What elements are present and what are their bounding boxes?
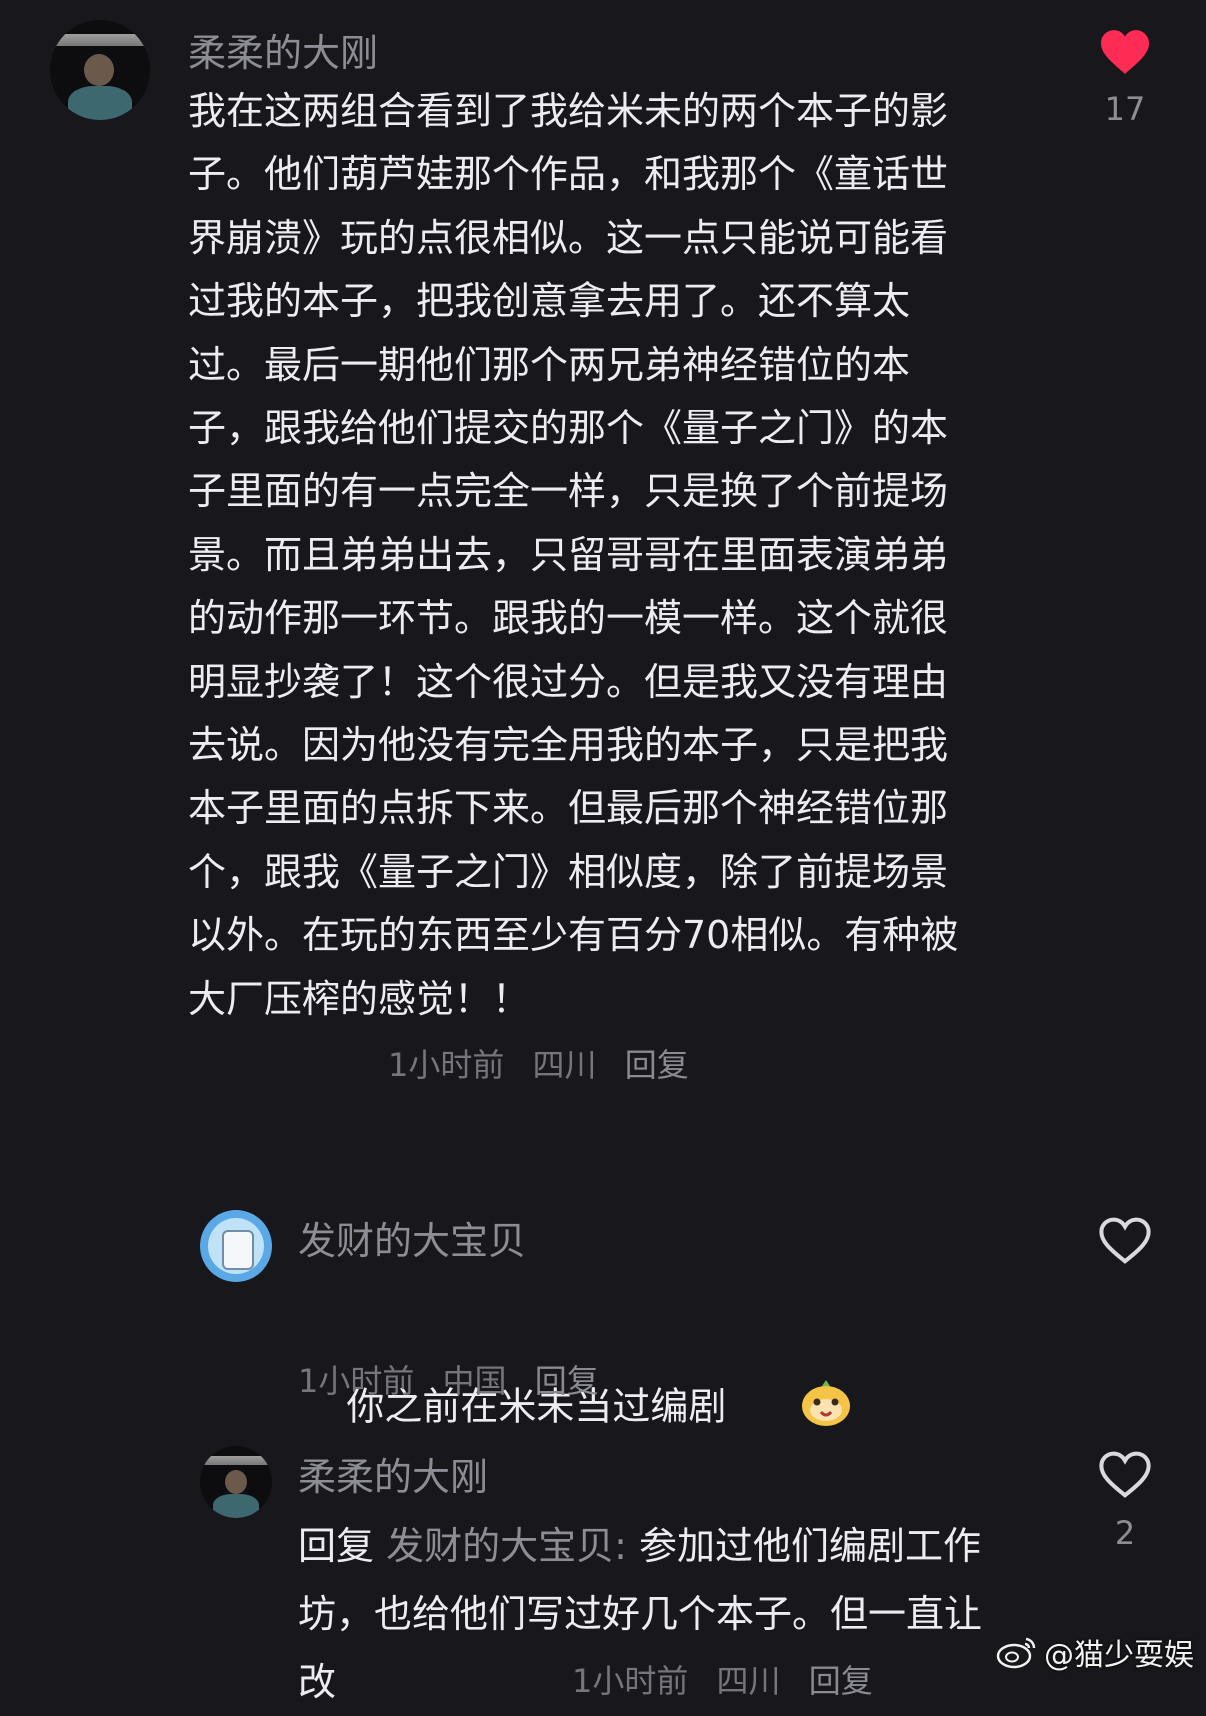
reply-prefix: 回复 — [298, 1524, 375, 1568]
comment-username[interactable]: 柔柔的大刚 — [298, 1446, 488, 1501]
like-count: 17 — [1104, 90, 1146, 128]
reply-button[interactable]: 回复 — [809, 1662, 873, 1700]
comment-username[interactable]: 发财的大宝贝 — [298, 1210, 526, 1265]
heart-outline-icon — [1099, 1451, 1151, 1498]
comment-time: 1小时前 — [388, 1046, 505, 1084]
reply-button[interactable]: 回复 — [625, 1046, 689, 1084]
like-button[interactable]: 17 — [1095, 28, 1155, 128]
comment-1: 柔柔的大刚 我在这两组合看到了我给米未的两个本子的影子。他们葫芦娃那个作品，和我… — [0, 0, 1206, 1100]
comment-text: 我在这两组合看到了我给米未的两个本子的影子。他们葫芦娃那个作品，和我那个《童话世… — [188, 89, 959, 1021]
comment-time: 1小时前 — [572, 1662, 689, 1700]
avatar-logo-mark — [200, 1456, 272, 1465]
weibo-logo-icon — [996, 1637, 1036, 1669]
avatar[interactable] — [200, 1446, 272, 1518]
comment-meta-row: 1小时前 中国 回复 — [298, 1356, 617, 1402]
watermark-text: @猫少耍娱 — [1044, 1638, 1194, 1673]
avatar[interactable] — [200, 1210, 272, 1282]
like-button[interactable]: 2 — [1095, 1450, 1155, 1552]
comment-time: 1小时前 — [298, 1362, 415, 1400]
avatar[interactable] — [50, 20, 150, 120]
like-count: 2 — [1114, 1514, 1136, 1552]
watermark: @猫少耍娱 — [996, 1630, 1194, 1674]
comment-username[interactable]: 柔柔的大刚 — [188, 22, 378, 77]
comment-meta-row: 1小时前 四川 回复 — [572, 1656, 891, 1702]
heart-outline-icon — [1099, 1217, 1151, 1264]
avatar-logo-mark — [50, 34, 150, 46]
comment-2: 发财的大宝贝 你之前在米未当过编剧 1小时前 中国 回复 — [0, 1200, 1206, 1429]
comment-meta: 1小时前 四川 回复 — [388, 1040, 707, 1086]
reply-button[interactable]: 回复 — [535, 1362, 599, 1400]
comment-location: 四川 — [532, 1046, 597, 1084]
heart-filled-icon — [1101, 30, 1149, 74]
mention-link[interactable]: 发财的大宝贝: — [386, 1524, 627, 1568]
comment-location: 四川 — [716, 1662, 781, 1700]
comment-location: 中国 — [442, 1362, 507, 1400]
like-button[interactable] — [1095, 1216, 1155, 1266]
